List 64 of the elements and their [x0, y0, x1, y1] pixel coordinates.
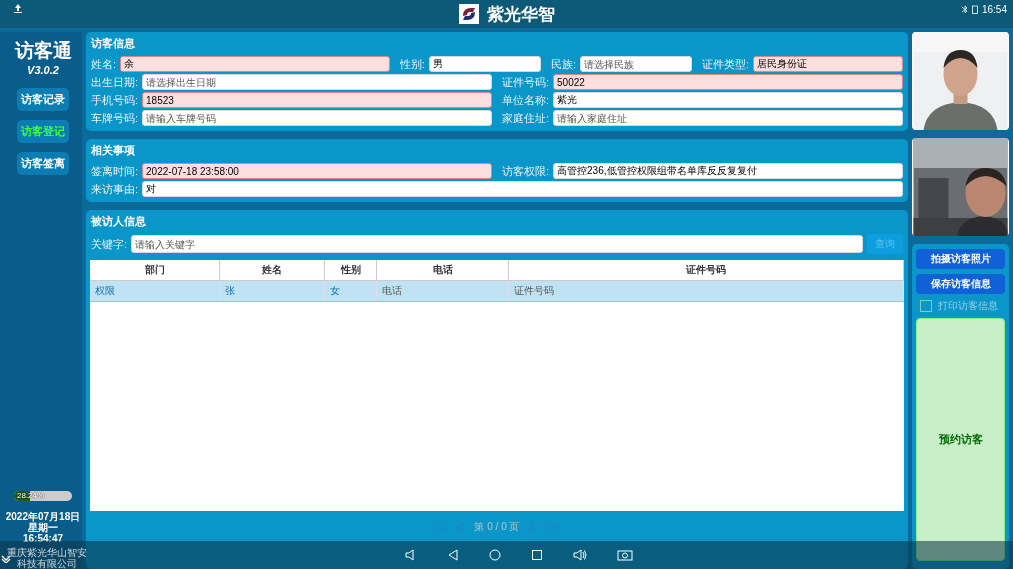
input-field[interactable]: 居民身份证	[753, 56, 903, 72]
screenshot-icon[interactable]	[616, 549, 633, 561]
field-label: 出生日期:	[91, 74, 139, 90]
search-field[interactable]: 请输入关键字	[131, 235, 863, 253]
page-indicator: 第 0 / 0 页	[474, 520, 520, 534]
field-label: 关键字:	[91, 236, 128, 252]
input-field[interactable]: 高管控236,低管控权限组带名单库反反复复付	[553, 163, 903, 179]
field-label: 民族:	[550, 56, 576, 72]
volume-down-icon[interactable]	[404, 549, 417, 561]
input-field[interactable]: 男	[428, 56, 541, 72]
nav-button[interactable]: 访客签离	[17, 152, 69, 175]
table-cell: 权限	[90, 281, 220, 301]
input-field[interactable]: 50022	[553, 74, 903, 90]
table-cell: 女	[325, 281, 377, 301]
home-icon[interactable]	[488, 549, 501, 561]
clock: 16:54	[981, 4, 1007, 15]
action-button[interactable]: 保存访客信息	[916, 274, 1005, 294]
logo-icon	[458, 4, 479, 24]
bluetooth-icon	[961, 5, 968, 14]
field-label: 车牌号码:	[91, 110, 139, 126]
field-label: 来访事由:	[91, 181, 139, 197]
field-label: 姓名:	[91, 56, 117, 72]
field-label: 性别:	[399, 56, 425, 72]
input-field[interactable]: 请选择民族	[579, 56, 692, 72]
input-field[interactable]: 18523	[142, 92, 492, 108]
company-name: 重庆紫光华山智安科技有限公司	[6, 547, 88, 569]
field-label: 家庭住址:	[502, 110, 550, 126]
table-cell: 电话	[377, 281, 509, 301]
section-title: 相关事项	[91, 143, 136, 158]
section-title: 访客信息	[91, 36, 136, 51]
input-field[interactable]: 紫光	[553, 92, 903, 108]
table-row[interactable]: 权限 张 女 电话 证件号码	[90, 281, 904, 302]
action-button[interactable]: 拍摄访客照片	[916, 249, 1005, 269]
field-label: 签离时间:	[91, 163, 139, 179]
field-label: 证件号码:	[502, 74, 550, 90]
field-label: 访客权限:	[502, 163, 550, 179]
recents-icon[interactable]	[530, 549, 543, 561]
upload-icon	[14, 4, 22, 13]
input-field[interactable]: 请选择出生日期	[142, 74, 492, 90]
field-label: 手机号码:	[91, 92, 139, 108]
input-field[interactable]: 请输入车牌号码	[142, 110, 492, 126]
table-cell: 证件号码	[509, 281, 904, 301]
app-name: 访客通	[14, 39, 72, 63]
table-cell: 张	[220, 281, 325, 301]
appointment-button[interactable]: 预约访客	[916, 318, 1005, 561]
date-label: 2022年07月18日	[5, 511, 81, 522]
input-field[interactable]: 余	[120, 56, 390, 72]
print-checkbox[interactable]	[920, 300, 932, 312]
section-title: 被访人信息	[91, 214, 147, 229]
app-title: 紫光华智	[486, 3, 555, 26]
field-label: 证件类型:	[701, 56, 749, 72]
time-label: 16:54:47	[23, 533, 63, 544]
version-label: V3.0.2	[27, 64, 59, 76]
back-icon[interactable]	[446, 549, 459, 561]
input-field[interactable]: 对	[142, 181, 903, 197]
input-field[interactable]: 2022-07-18 23:58:00	[142, 163, 492, 179]
volume-up-icon[interactable]	[572, 549, 587, 561]
battery-icon	[971, 5, 978, 14]
checkbox-label: 打印访客信息	[938, 299, 998, 313]
chevron-down-icon[interactable]	[1, 555, 11, 563]
field-label: 单位名称:	[502, 92, 550, 108]
input-field[interactable]: 请输入家庭住址	[553, 110, 903, 126]
nav-button[interactable]: 访客记录	[17, 88, 69, 111]
weekday-label: 星期一	[28, 522, 58, 533]
